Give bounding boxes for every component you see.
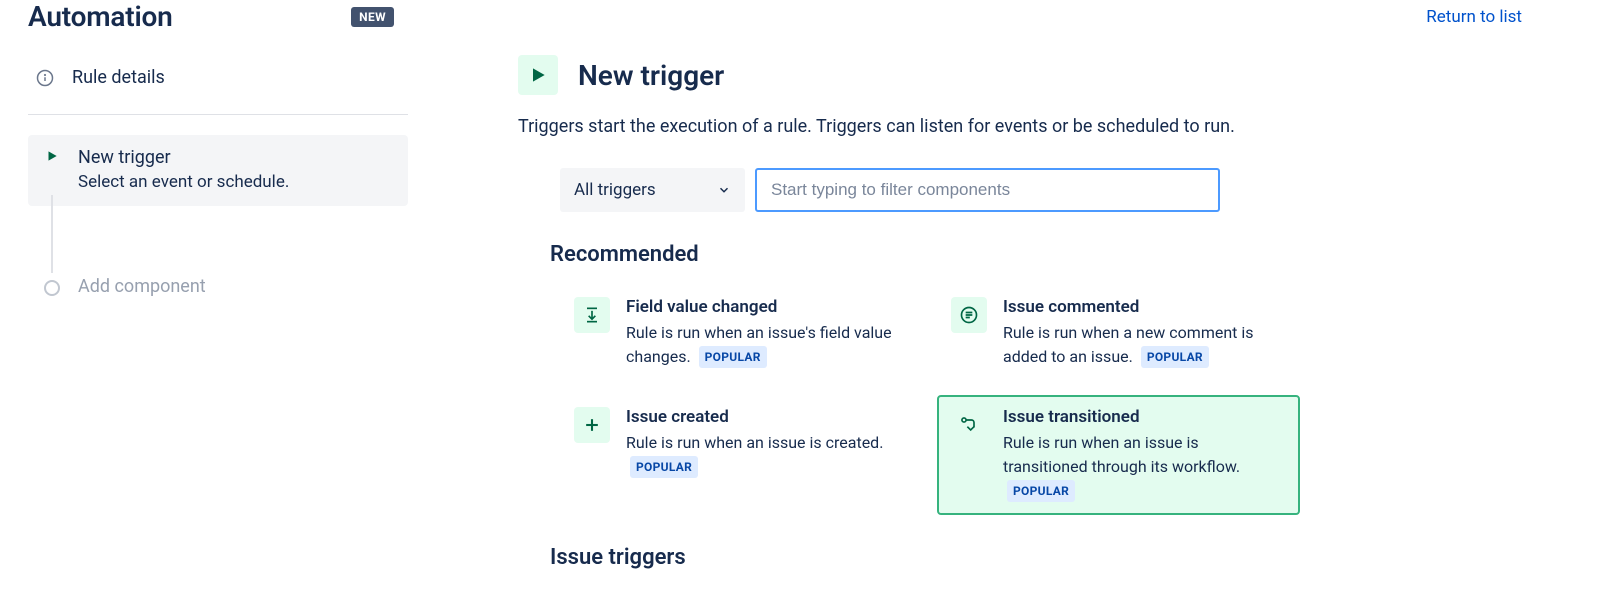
chain-trigger-item[interactable]: New trigger Select an event or schedule. — [28, 135, 408, 206]
plus-icon — [574, 407, 610, 443]
rule-details-item[interactable]: Rule details — [28, 55, 408, 115]
rule-details-label: Rule details — [72, 67, 165, 88]
chain-trigger-title: New trigger — [78, 145, 289, 170]
trigger-card-issue-commented[interactable]: Issue commented Rule is run when a new c… — [937, 285, 1300, 381]
field-change-icon — [574, 297, 610, 333]
header-left: Automation NEW — [28, 0, 408, 33]
return-to-list-link[interactable]: Return to list — [1426, 7, 1522, 27]
recommended-section-title: Recommended — [550, 242, 1538, 267]
card-title: Field value changed — [626, 297, 909, 317]
card-desc: Rule is run when an issue is created. PO… — [626, 431, 909, 479]
info-icon — [36, 69, 54, 87]
play-icon — [42, 149, 62, 163]
page-header: Automation NEW Return to list — [28, 0, 1572, 33]
popular-badge: POPULAR — [630, 456, 698, 478]
card-title: Issue created — [626, 407, 909, 427]
component-filter-input[interactable] — [755, 168, 1220, 212]
main-panel: New trigger Triggers start the execution… — [518, 55, 1538, 588]
card-title: Issue commented — [1003, 297, 1286, 317]
card-desc: Rule is run when an issue's field value … — [626, 321, 909, 369]
popular-badge: POPULAR — [1007, 480, 1075, 502]
popular-badge: POPULAR — [1141, 346, 1209, 368]
trigger-card-issue-created[interactable]: Issue created Rule is run when an issue … — [560, 395, 923, 515]
rule-chain: New trigger Select an event or schedule.… — [28, 135, 408, 307]
recommended-grid: Field value changed Rule is run when an … — [560, 285, 1300, 515]
add-component-label: Add component — [78, 276, 206, 297]
main-header: New trigger — [518, 55, 1538, 95]
play-icon-box — [518, 55, 558, 95]
trigger-card-field-changed[interactable]: Field value changed Rule is run when an … — [560, 285, 923, 381]
page-title: Automation — [28, 0, 173, 33]
main-title: New trigger — [578, 59, 724, 92]
main-description: Triggers start the execution of a rule. … — [518, 113, 1538, 140]
issue-triggers-section-title: Issue triggers — [550, 545, 1538, 570]
card-desc: Rule is run when an issue is transitione… — [1003, 431, 1286, 503]
dropdown-label: All triggers — [574, 180, 656, 200]
trigger-category-dropdown[interactable]: All triggers — [560, 168, 745, 212]
chevron-down-icon — [717, 183, 731, 197]
chain-trigger-subtitle: Select an event or schedule. — [78, 170, 289, 196]
chain-connector-line — [51, 195, 53, 273]
comment-icon — [951, 297, 987, 333]
new-badge: NEW — [351, 7, 394, 27]
filter-row: All triggers — [560, 168, 1538, 212]
sidebar: Rule details New trigger Select an event… — [28, 55, 408, 588]
card-desc: Rule is run when a new comment is added … — [1003, 321, 1286, 369]
popular-badge: POPULAR — [699, 346, 767, 368]
card-title: Issue transitioned — [1003, 407, 1286, 427]
empty-circle-icon — [42, 280, 62, 296]
trigger-card-issue-transitioned[interactable]: Issue transitioned Rule is run when an i… — [937, 395, 1300, 515]
add-component-item[interactable]: Add component — [28, 266, 408, 307]
workflow-icon — [951, 407, 987, 443]
